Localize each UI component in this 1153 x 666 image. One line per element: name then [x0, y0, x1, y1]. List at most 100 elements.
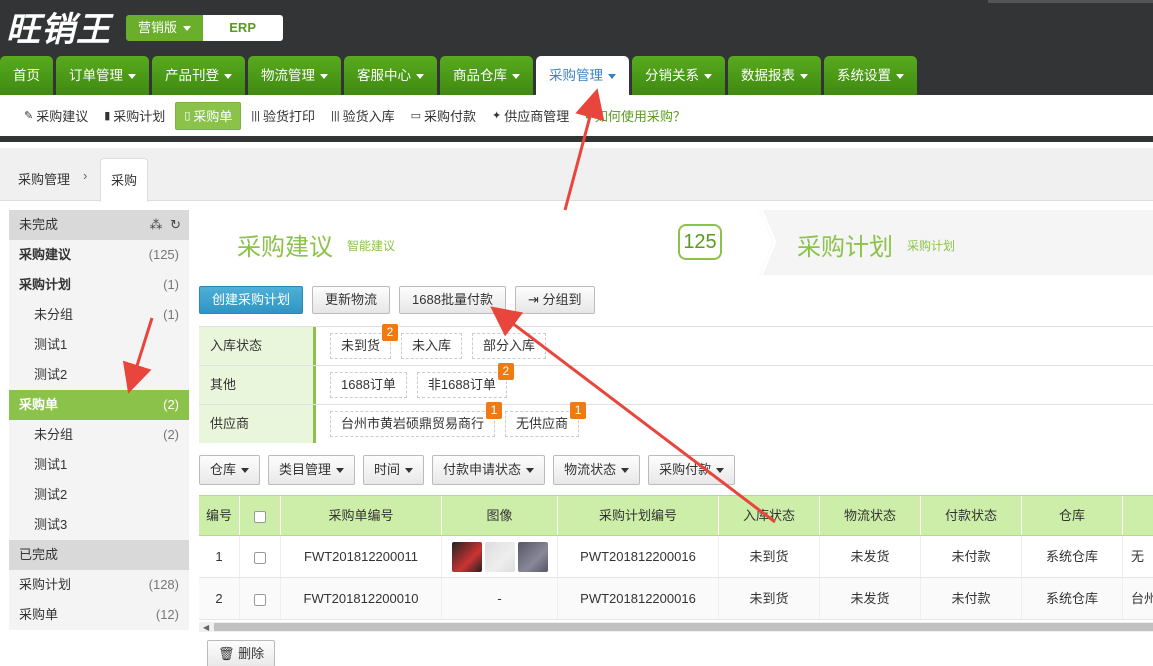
subnav-item-4[interactable]: ||| 验货入库 — [325, 102, 401, 130]
cell-code[interactable]: FWT201812200010 — [281, 578, 442, 619]
scroll-left-icon[interactable]: ◀ — [203, 623, 209, 632]
nav-item-2[interactable]: 产品刊登 — [152, 56, 245, 95]
subnav-item-6[interactable]: ✦ 供应商管理 — [486, 102, 575, 130]
sidebar-item[interactable]: 未分组 (1) — [9, 300, 189, 330]
sitemap-icon[interactable]: ⁂ — [149, 217, 162, 232]
subnav-label: 采购单 — [193, 109, 233, 124]
create-plan-button[interactable]: 创建采购计划 — [199, 286, 304, 314]
subnav-item-1[interactable]: ▮ 采购计划 — [98, 102, 171, 130]
filter-option[interactable]: 未到货 2 — [330, 324, 399, 359]
chevron-down-icon — [416, 73, 424, 79]
book-icon: ▮ — [104, 110, 111, 122]
nav-item-6[interactable]: 采购管理 — [536, 56, 629, 96]
table-row[interactable]: 1 FWT201812200011 PWT201812200016 未到货 未发货 未付款… — [199, 536, 1153, 578]
sidebar-item[interactable]: 未分组 (2) — [9, 420, 189, 450]
header-logistics[interactable]: 物流状态 — [820, 496, 921, 535]
refresh-icon[interactable]: ↻ — [170, 217, 181, 232]
app-logo[interactable]: 旺销王 — [6, 2, 111, 51]
dropdown-4[interactable]: 物流状态 — [553, 455, 641, 485]
filter-option[interactable]: 未入库 — [401, 333, 463, 359]
chevron-down-icon — [608, 73, 616, 79]
batch-pay-button[interactable]: 1688批量付款 — [399, 286, 506, 314]
update-logistics-button[interactable]: 更新物流 — [312, 286, 391, 314]
row-checkbox[interactable] — [254, 551, 266, 564]
cell-plan[interactable]: PWT201812200016 — [558, 536, 719, 577]
sidebar-item[interactable]: 采购计划 (128) — [9, 570, 189, 600]
group-to-button[interactable]: ⇥ 分组到 — [514, 286, 595, 314]
step-purchase-suggestion[interactable]: 采购建议 智能建议 125 — [199, 210, 759, 275]
select-all-checkbox[interactable] — [254, 510, 266, 523]
header-inbound[interactable]: 入库状态 — [719, 496, 820, 535]
header-warehouse[interactable]: 仓库 — [1022, 496, 1123, 535]
nav-item-8[interactable]: 数据报表 — [728, 56, 821, 95]
chevron-down-icon — [405, 468, 414, 474]
dropdown-label: 采购付款 — [659, 462, 712, 477]
nav-item-4[interactable]: 客服中心 — [344, 56, 437, 95]
subnav-item-7[interactable]: ■ 如何使用采购？ — [579, 102, 692, 130]
share-icon: ⇥ — [527, 292, 539, 307]
dropdown-2[interactable]: 时间 — [363, 455, 425, 485]
subnav-item-2[interactable]: ▯ 采购单 — [175, 101, 242, 130]
credit-card-icon: ▭ — [410, 110, 421, 122]
sidebar-item[interactable]: 采购单 (2) — [9, 390, 189, 420]
delete-button[interactable]: 🗑 删除 — [207, 640, 276, 666]
product-thumbnail[interactable] — [451, 542, 482, 572]
header-payment[interactable]: 付款状态 — [921, 496, 1022, 535]
dropdown-label: 物流状态 — [564, 462, 617, 477]
dropdown-5[interactable]: 采购付款 — [648, 455, 736, 485]
header-select-all[interactable] — [240, 496, 281, 535]
scrollbar-thumb[interactable] — [214, 623, 1153, 631]
magic-wand-icon: ✎ — [24, 110, 34, 122]
cell-select[interactable] — [240, 536, 281, 577]
edition-switch[interactable]: 营销版 ERP — [126, 15, 283, 41]
sidebar-item[interactable]: 采购计划 (1) — [9, 270, 189, 300]
edition-dropdown[interactable]: 营销版 — [126, 15, 203, 41]
filter-option-label: 台州市黄岩硕鼎贸易商行 — [341, 416, 485, 431]
dropdown-0[interactable]: 仓库 — [199, 455, 261, 485]
header-plan[interactable]: 采购计划编号 — [558, 496, 719, 535]
breadcrumb-home[interactable]: 采购管理 — [18, 169, 70, 188]
cell-code[interactable]: FWT201812200011 — [281, 536, 442, 577]
nav-item-5[interactable]: 商品仓库 — [440, 56, 533, 95]
step1-title: 采购建议 — [237, 234, 333, 261]
filter-option[interactable]: 1688订单 — [330, 372, 407, 398]
sidebar-item[interactable]: 采购单 (12) — [9, 600, 189, 630]
nav-item-7[interactable]: 分销关系 — [632, 56, 725, 95]
step2-title[interactable]: 采购计划 — [797, 227, 893, 262]
nav-item-3[interactable]: 物流管理 — [248, 56, 341, 95]
dropdown-3[interactable]: 付款申请状态 — [432, 455, 546, 485]
sidebar-item[interactable]: 测试2 — [9, 480, 189, 510]
sidebar-item[interactable]: 测试3 — [9, 510, 189, 540]
erp-label[interactable]: ERP — [202, 15, 283, 41]
filter-option[interactable]: 非1688订单 2 — [416, 363, 514, 398]
subnav-item-3[interactable]: ||| 验货打印 — [245, 102, 321, 130]
nav-item-1[interactable]: 订单管理 — [56, 56, 149, 95]
nav-label: 产品刊登 — [165, 68, 219, 83]
cell-select[interactable] — [240, 578, 281, 619]
filter-option-label: 1688订单 — [341, 377, 396, 392]
product-thumbnail[interactable] — [484, 542, 515, 572]
filter-option[interactable]: 部分入库 — [472, 333, 547, 359]
header-code[interactable]: 采购单编号 — [281, 496, 442, 535]
filter-option[interactable]: 台州市黄岩硕鼎贸易商行 1 — [330, 402, 503, 437]
cell-no: 1 — [199, 536, 240, 577]
sidebar-item[interactable]: 测试2 — [9, 360, 189, 390]
sidebar-header-incomplete: 未完成 ⁂ ↻ — [9, 210, 189, 240]
action-buttons: 创建采购计划 更新物流 1688批量付款 ⇥ 分组到 — [199, 286, 604, 314]
nav-item-9[interactable]: 系统设置 — [824, 56, 917, 95]
tab-purchase[interactable]: 采购 — [100, 158, 148, 202]
product-thumbnail[interactable] — [517, 542, 548, 572]
nav-item-0[interactable]: 首页 — [0, 56, 53, 95]
dropdown-1[interactable]: 类目管理 — [268, 455, 356, 485]
subnav-item-5[interactable]: ▭ 采购付款 — [405, 102, 482, 130]
cell-plan[interactable]: PWT201812200016 — [558, 578, 719, 619]
filter-option[interactable]: 无供应商 1 — [505, 402, 587, 437]
sidebar-item[interactable]: 测试1 — [9, 330, 189, 360]
sidebar-item[interactable]: 测试1 — [9, 450, 189, 480]
sidebar-item[interactable]: 采购建议 (125) — [9, 240, 189, 270]
nav-label: 系统设置 — [837, 68, 891, 83]
horizontal-scrollbar[interactable]: ◀ — [199, 622, 1153, 632]
row-checkbox[interactable] — [254, 593, 266, 606]
subnav-item-0[interactable]: ✎ 采购建议 — [18, 102, 94, 130]
table-row[interactable]: 2 FWT201812200010- PWT201812200016 未到货 未发货 未付… — [199, 578, 1153, 620]
